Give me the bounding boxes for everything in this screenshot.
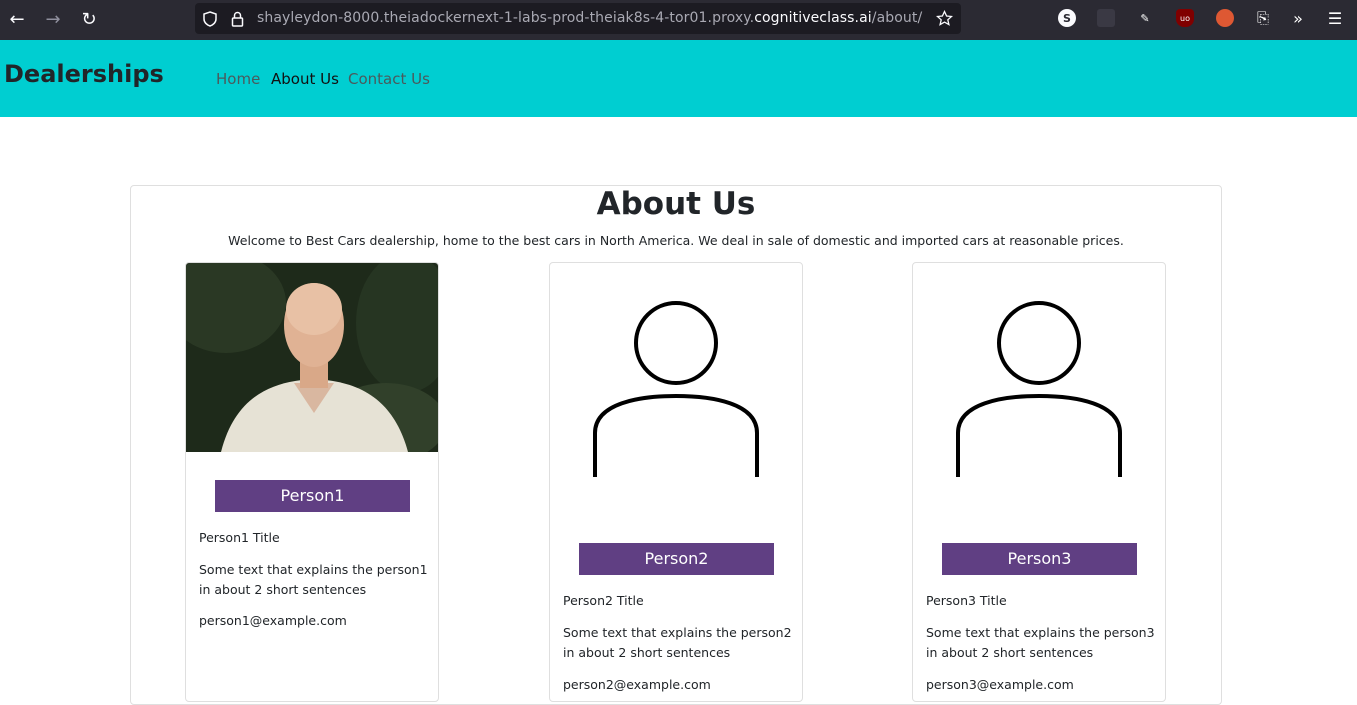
person-email: person2@example.com [563, 677, 711, 692]
person-email: person3@example.com [926, 677, 1074, 692]
person-description: Some text that explains the person3 in a… [926, 625, 1155, 660]
url-prefix: shayleydon-8000.theiadockernext-1-labs-p… [257, 10, 755, 26]
person-title: Person2 Title [563, 593, 644, 608]
person-email: person1@example.com [199, 613, 347, 628]
intro-text: Welcome to Best Cars dealership, home to… [228, 233, 1124, 248]
nav-link-about[interactable]: About Us [271, 70, 339, 88]
profile-extension-icon[interactable]: S [1058, 9, 1076, 27]
duckduckgo-icon[interactable] [1216, 9, 1234, 27]
person-name-badge: Person2 [579, 543, 774, 575]
brand-logo[interactable]: Dealerships [4, 60, 164, 88]
person-card-2: Person2 Person2 Title Some text that exp… [549, 262, 803, 702]
forward-icon[interactable]: → [42, 8, 64, 30]
extensions-icon[interactable]: ⎘ [1254, 9, 1272, 27]
url-path: /about/ [871, 10, 923, 26]
pen-extension-icon[interactable]: ✎ [1136, 9, 1154, 27]
person-title: Person3 Title [926, 593, 1007, 608]
url-domain: cognitiveclass.ai [754, 10, 872, 26]
person-name-badge: Person1 [215, 480, 410, 512]
back-icon[interactable]: ← [6, 8, 28, 30]
person-title: Person1 Title [199, 530, 280, 545]
ublock-icon[interactable]: uo [1176, 9, 1194, 27]
overflow-icon[interactable]: » [1289, 9, 1307, 28]
person-placeholder-icon [956, 301, 1122, 477]
nav-link-contact[interactable]: Contact Us [348, 70, 430, 88]
star-icon[interactable] [936, 10, 953, 27]
person-description: Some text that explains the person1 in a… [199, 562, 428, 597]
person-card-1: Person1 Person1 Title Some text that exp… [185, 262, 439, 702]
person-photo [186, 263, 438, 452]
lock-icon [231, 11, 244, 27]
site-navbar: Dealerships Home About Us Contact Us [0, 40, 1357, 117]
person-card-3: Person3 Person3 Title Some text that exp… [912, 262, 1166, 702]
reload-icon[interactable]: ↻ [78, 8, 100, 30]
person-name-badge: Person3 [942, 543, 1137, 575]
page-title: About Us [596, 186, 756, 222]
url-bar[interactable]: shayleydon-8000.theiadockernext-1-labs-p… [195, 3, 961, 34]
shield-icon [203, 11, 217, 27]
person-description: Some text that explains the person2 in a… [563, 625, 792, 660]
browser-toolbar: ← → ↻ shayleydon-8000.theiadockernext-1-… [0, 0, 1357, 40]
nav-link-home[interactable]: Home [216, 70, 260, 88]
person-placeholder-icon [593, 301, 759, 477]
blank-extension-icon[interactable] [1097, 9, 1115, 27]
menu-icon[interactable]: ☰ [1326, 9, 1344, 28]
url-text: shayleydon-8000.theiadockernext-1-labs-p… [257, 10, 922, 26]
